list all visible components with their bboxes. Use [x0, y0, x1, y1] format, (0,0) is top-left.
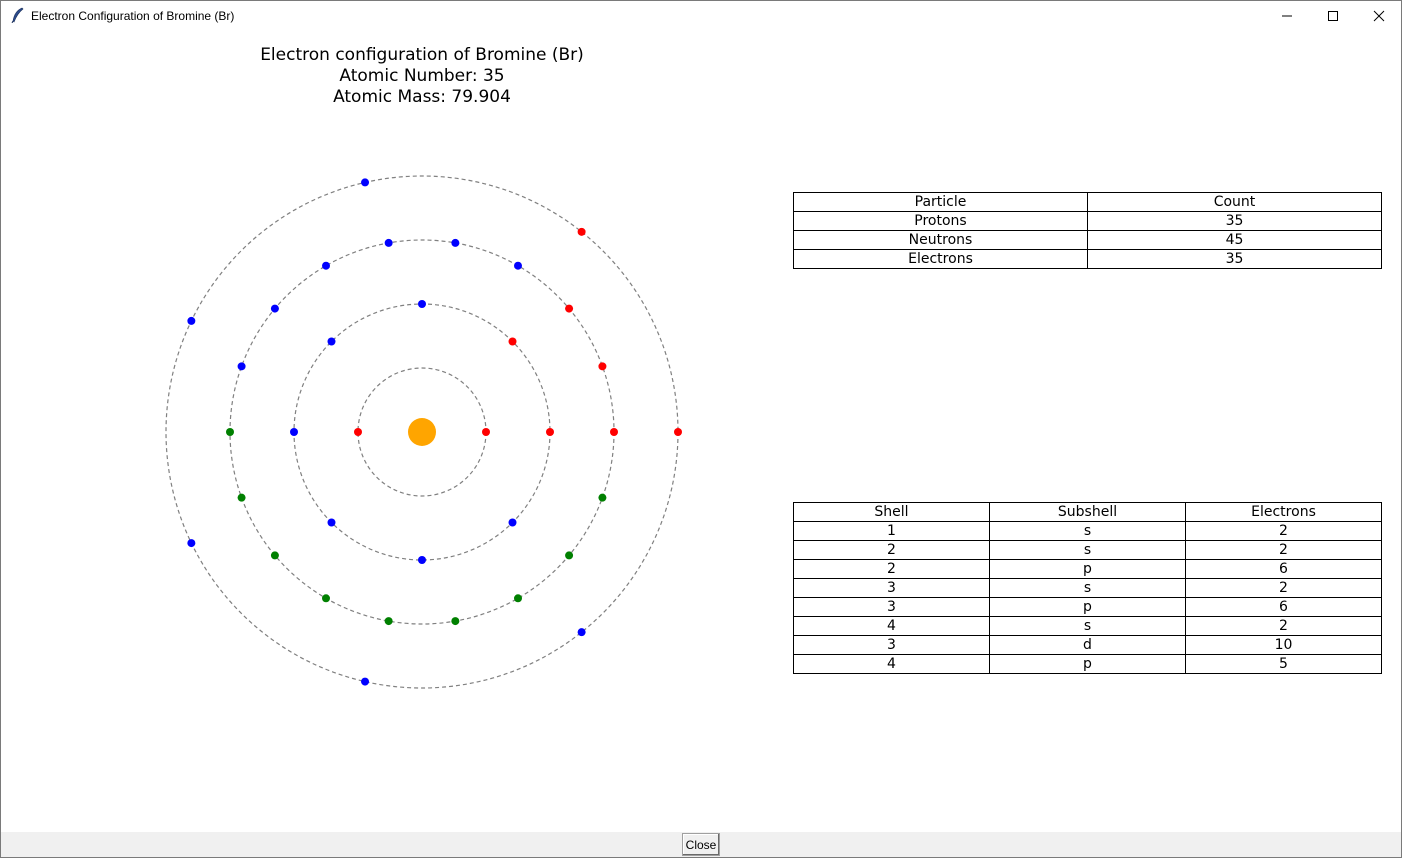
electron-dot — [508, 518, 517, 527]
electron-dot — [674, 428, 682, 436]
config-table-cell: 6 — [1185, 559, 1382, 579]
config-table-cell: 5 — [1185, 654, 1382, 674]
config-table-cell: s — [989, 616, 1186, 636]
electron-dot — [327, 518, 336, 527]
particle-table-cell: 35 — [1087, 249, 1382, 269]
config-table-cell: 2 — [1185, 578, 1382, 598]
config-table-cell: d — [989, 635, 1186, 655]
config-table-cell: 2 — [1185, 616, 1382, 636]
config-table-cell: 3 — [793, 597, 990, 617]
electron-dot — [451, 238, 460, 247]
electron-dot — [187, 539, 196, 548]
config-table-row: 3 d 10 — [793, 635, 1382, 655]
config-table-row: 4p5 — [793, 654, 1382, 674]
config-table-cell: 2 — [793, 559, 990, 579]
electron-dot — [418, 556, 426, 564]
electron-dot — [565, 304, 574, 313]
electron-dot — [508, 337, 517, 346]
config-table-cell: p — [989, 597, 1186, 617]
electron-dot — [384, 238, 393, 247]
config-table-header-cell: Subshell — [989, 502, 1186, 522]
electron-dot — [354, 428, 362, 436]
close-button[interactable]: Close — [682, 833, 720, 856]
config-table-header-row: Shell Subshell Electrons — [793, 502, 1382, 522]
config-table-row: 4s2 — [793, 616, 1382, 636]
electron-dot — [577, 227, 586, 236]
config-table-header-cell: Shell — [793, 502, 990, 522]
electron-dot — [577, 628, 586, 637]
config-table-row: 1s2 — [793, 521, 1382, 541]
electron-dot — [546, 428, 554, 436]
atom-diagram — [165, 175, 682, 689]
config-table-cell: 1 — [793, 521, 990, 541]
electron-dot — [565, 551, 574, 560]
electron-dot — [610, 428, 618, 436]
particle-table-header-cell: Count — [1087, 192, 1382, 212]
config-table-row: 3p6 — [793, 597, 1382, 617]
maximize-icon — [1328, 11, 1338, 21]
config-table-cell: 6 — [1185, 597, 1382, 617]
electron-dot — [384, 617, 393, 626]
particle-table-row: Protons 35 — [793, 211, 1382, 231]
app-window: Electron Configuration of Bromine (Br) E… — [0, 0, 1402, 858]
close-icon — [1373, 10, 1385, 22]
electron-dot — [237, 493, 246, 502]
close-window-button[interactable] — [1356, 1, 1401, 31]
config-table-cell: 3 — [793, 578, 990, 598]
electron-dot — [514, 594, 522, 603]
electron-dot — [187, 316, 196, 325]
electron-dot — [270, 304, 279, 313]
electron-dot — [270, 551, 279, 560]
config-table-row: 2p6 — [793, 559, 1382, 579]
electron-dot — [514, 261, 522, 270]
electron-dot — [418, 300, 426, 308]
electron-dot — [322, 261, 330, 270]
particle-table-row: Neutrons 45 — [793, 230, 1382, 250]
particle-table-header-row: Particle Count — [793, 192, 1382, 212]
config-table-cell: s — [989, 540, 1186, 560]
particle-table-cell: 35 — [1087, 211, 1382, 231]
particle-table-cell: Protons — [793, 211, 1088, 231]
config-table: Shell Subshell Electrons 1 s 2 2 s 2 2 p 6 3 s 2 3 p 6 4 s 2… — [793, 502, 1382, 674]
config-table-cell: s — [989, 578, 1186, 598]
electron-dot — [598, 493, 607, 502]
electron-dot — [598, 362, 607, 371]
config-table-row: 3s2 — [793, 578, 1382, 598]
particle-table-header-cell: Particle — [793, 192, 1088, 212]
electron-dot — [361, 178, 370, 187]
minimize-icon — [1282, 15, 1292, 17]
config-table-cell: 4 — [793, 616, 990, 636]
electron-dot — [451, 617, 460, 626]
electron-dot — [327, 337, 336, 346]
config-table-cell: s — [989, 521, 1186, 541]
electron-dot — [322, 594, 330, 603]
particle-table-cell: Electrons — [793, 249, 1088, 269]
electron-dot — [226, 428, 234, 436]
config-table-cell: 2 — [793, 540, 990, 560]
electron-dot — [290, 428, 298, 436]
config-table-cell: 3 — [793, 635, 990, 655]
config-table-row: 2s2 — [793, 540, 1382, 560]
particle-table-row: Electrons 35 — [793, 249, 1382, 269]
config-table-cell: p — [989, 654, 1186, 674]
config-table-cell: p — [989, 559, 1186, 579]
config-table-cell: 2 — [1185, 540, 1382, 560]
particle-table: Particle Count Protons 35 Neutrons 45 Electron… — [793, 192, 1382, 269]
config-table-header-cell: Electrons — [1185, 502, 1382, 522]
particle-table-cell: 45 — [1087, 230, 1382, 250]
electron-dot — [361, 677, 370, 686]
nucleus — [408, 418, 436, 446]
maximize-button[interactable] — [1310, 1, 1356, 31]
particle-table-cell: Neutrons — [793, 230, 1088, 250]
minimize-button[interactable] — [1264, 1, 1310, 31]
config-table-cell: 2 — [1185, 521, 1382, 541]
electron-dot — [237, 362, 246, 371]
config-table-cell: 4 — [793, 654, 990, 674]
electron-dot — [482, 428, 490, 436]
config-table-cell: 10 — [1185, 635, 1382, 655]
